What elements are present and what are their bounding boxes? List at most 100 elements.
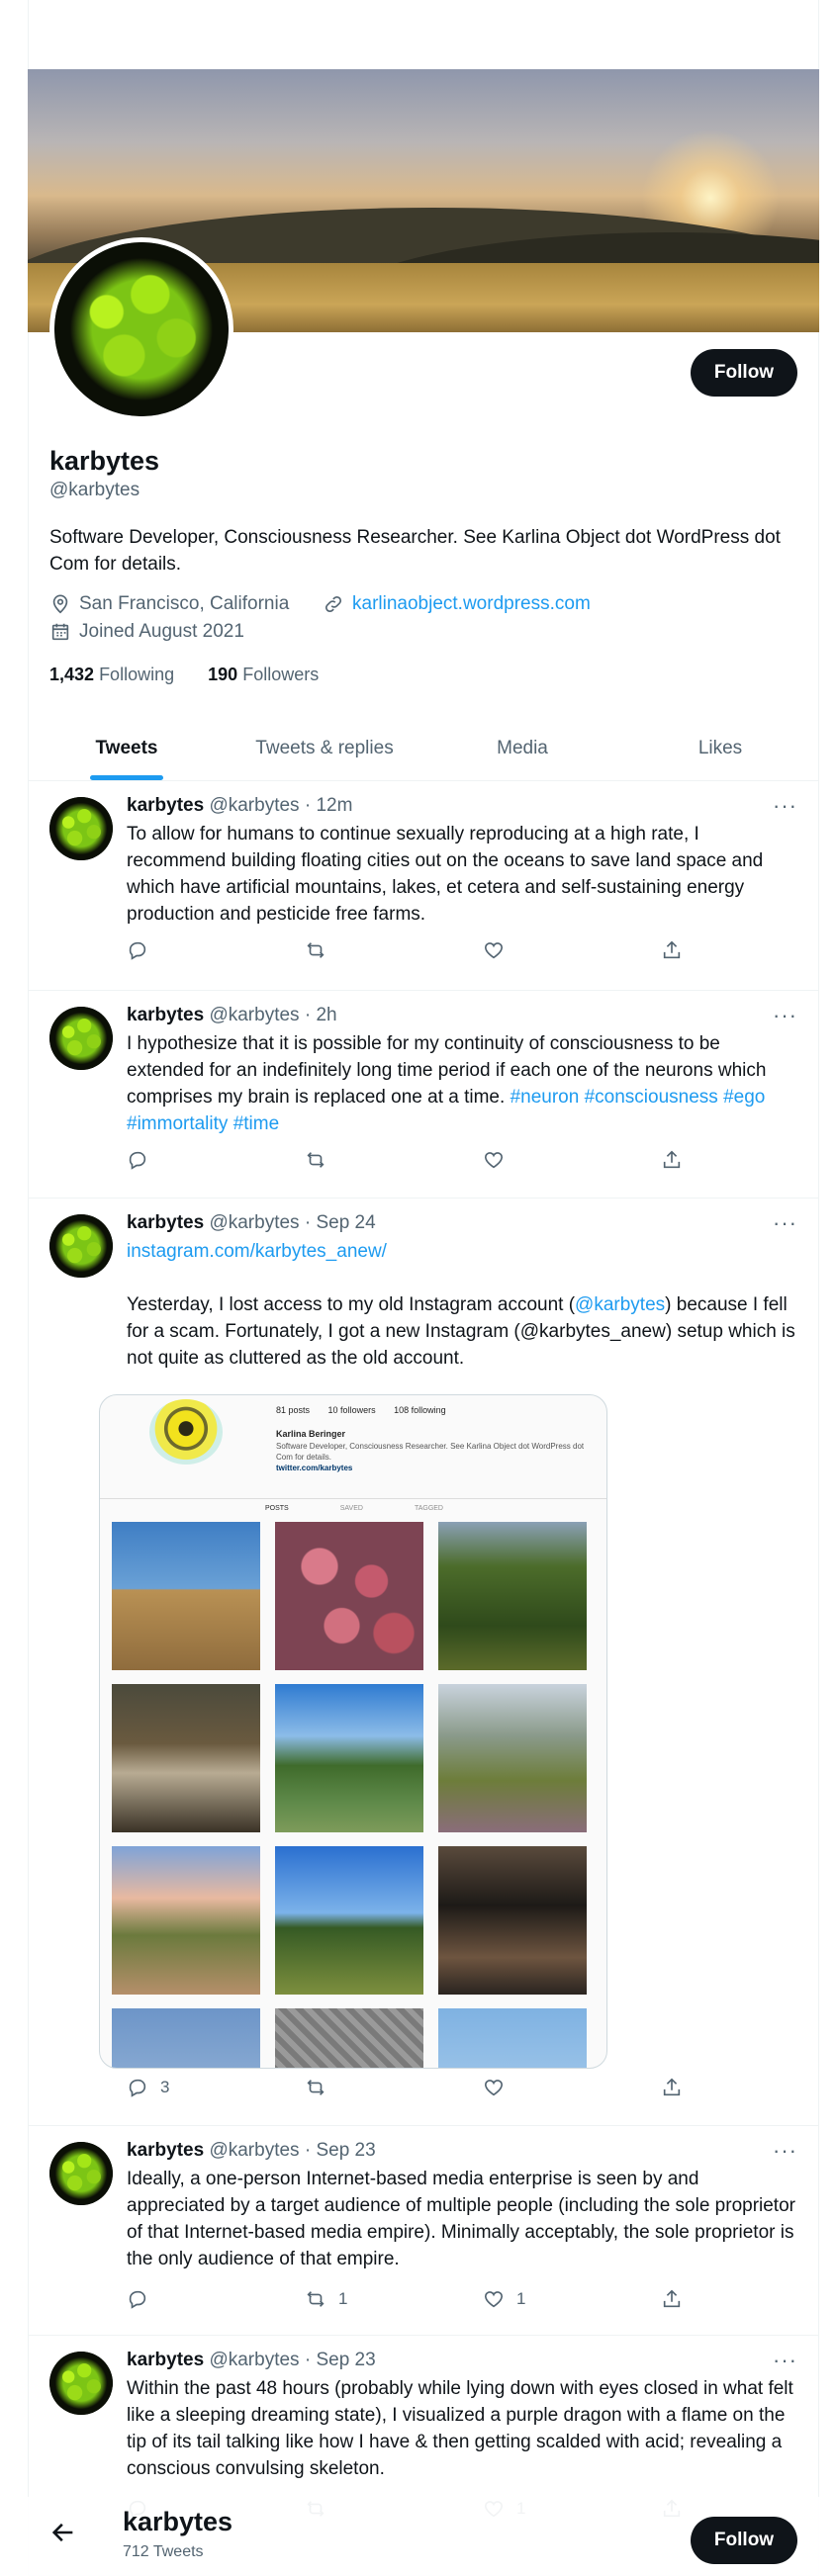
- follow-button[interactable]: Follow: [691, 349, 797, 397]
- like-button[interactable]: [483, 1149, 516, 1171]
- like-button[interactable]: 1: [483, 2288, 525, 2310]
- follow-button[interactable]: Follow: [691, 2517, 797, 2564]
- reply-count: 3: [160, 2078, 170, 2096]
- instagram-link: twitter.com/karbytes: [276, 1464, 353, 1472]
- tab-tweets-replies[interactable]: Tweets & replies: [226, 716, 423, 780]
- tweet-avatar[interactable]: [49, 2142, 113, 2205]
- tweet-author-handle[interactable]: @karbytes: [209, 1212, 299, 1233]
- more-icon[interactable]: ···: [773, 2138, 797, 2164]
- profile-name: karbytes: [49, 446, 160, 476]
- reply-button[interactable]: 3: [127, 2077, 169, 2098]
- like-button[interactable]: [483, 2077, 516, 2098]
- tweet-header: karbytes @karbytes · Sep 24: [127, 1212, 376, 1234]
- website-link[interactable]: karlinaobject.wordpress.com: [352, 593, 591, 615]
- profile-location: San Francisco, California: [49, 593, 289, 615]
- reply-icon: [129, 1151, 146, 1170]
- tweet-time[interactable]: · Sep 24: [305, 1212, 376, 1233]
- header-tweet-count: 712 Tweets: [123, 2543, 204, 2560]
- tweet-time[interactable]: · 2h: [305, 1005, 337, 1025]
- tweet-author-name[interactable]: karbytes: [127, 2140, 204, 2161]
- follow-counts: 1,432 Following 190 Followers: [49, 665, 319, 685]
- share-icon: [663, 2289, 681, 2308]
- avatar-image: [49, 2142, 113, 2205]
- link-icon: [325, 595, 342, 613]
- heart-icon: [484, 942, 504, 959]
- tweet[interactable]: karbytes @karbytes · Sep 23 ··· Ideally,…: [28, 2126, 819, 2336]
- retweet-button[interactable]: [305, 1149, 338, 1171]
- retweet-button[interactable]: [305, 939, 338, 961]
- hashtag-link[interactable]: #time: [233, 1113, 279, 1134]
- like-button[interactable]: [483, 939, 516, 961]
- share-button[interactable]: [661, 939, 683, 961]
- more-icon[interactable]: ···: [773, 2348, 797, 2373]
- tweet-text-part: Yesterday, I lost access to my old Insta…: [127, 1294, 576, 1315]
- instagram-stats: 81 posts 10 followers 108 following: [276, 1405, 462, 1415]
- instagram-tab-saved: SAVED: [339, 1505, 363, 1512]
- tweet-author-handle[interactable]: @karbytes: [209, 2140, 299, 2161]
- retweet-button[interactable]: [305, 2077, 338, 2098]
- hashtag-link[interactable]: #ego: [723, 1087, 765, 1108]
- photo-thumbnail: [112, 1522, 260, 1670]
- tweet-header: karbytes @karbytes · 12m: [127, 795, 352, 817]
- more-icon[interactable]: ···: [773, 1210, 797, 1236]
- share-icon: [663, 940, 681, 959]
- share-button[interactable]: [661, 2288, 683, 2310]
- following-label: Following: [99, 665, 175, 684]
- profile-handle: @karbytes: [49, 480, 140, 500]
- tweet-author-name[interactable]: karbytes: [127, 1212, 204, 1233]
- tweet-avatar[interactable]: [49, 2352, 113, 2415]
- back-arrow-icon[interactable]: [49, 2519, 77, 2546]
- reply-button[interactable]: [127, 2288, 160, 2310]
- more-icon[interactable]: ···: [773, 793, 797, 819]
- instagram-name: Karlina Beringer: [276, 1429, 346, 1439]
- tab-media[interactable]: Media: [423, 716, 621, 780]
- tweet-author-name[interactable]: karbytes: [127, 795, 204, 816]
- tweet-author-handle[interactable]: @karbytes: [209, 2350, 299, 2370]
- reply-button[interactable]: [127, 939, 160, 961]
- tweet-link[interactable]: instagram.com/karbytes_anew/: [127, 1241, 387, 1262]
- tweet-avatar[interactable]: [49, 1214, 113, 1278]
- tweet[interactable]: karbytes @karbytes · 2h ··· I hypothesiz…: [28, 991, 819, 1199]
- share-icon: [663, 2078, 681, 2096]
- photo-thumbnail: [275, 1684, 423, 1832]
- mention-link[interactable]: @karbytes: [575, 1294, 665, 1315]
- tab-tweets[interactable]: Tweets: [28, 716, 226, 780]
- profile-bio: Software Developer, Consciousness Resear…: [49, 527, 781, 575]
- hashtag-link[interactable]: #immortality: [127, 1113, 228, 1134]
- tweet-media-image[interactable]: 81 posts 10 followers 108 following Karl…: [99, 1394, 607, 2069]
- tweet-avatar[interactable]: [49, 1007, 113, 1070]
- tweet-time[interactable]: · Sep 23: [305, 2350, 376, 2370]
- tab-likes[interactable]: Likes: [621, 716, 819, 780]
- tweet-author-name[interactable]: karbytes: [127, 2350, 204, 2370]
- reply-button[interactable]: [127, 1149, 160, 1171]
- retweet-button[interactable]: 1: [305, 2288, 347, 2310]
- hashtag-link[interactable]: #neuron: [511, 1087, 580, 1108]
- share-button[interactable]: [661, 1149, 683, 1171]
- share-button[interactable]: [661, 2077, 683, 2098]
- followers-link[interactable]: 190 Followers: [208, 665, 319, 684]
- tweet-time[interactable]: · Sep 23: [305, 2140, 376, 2161]
- reply-icon: [129, 2079, 146, 2097]
- tweet-actions: 1 1: [127, 2288, 720, 2316]
- tweet-avatar[interactable]: [49, 797, 113, 860]
- tweet-author-name[interactable]: karbytes: [127, 1005, 204, 1025]
- following-link[interactable]: 1,432 Following: [49, 665, 174, 684]
- hashtag-link[interactable]: #consciousness: [585, 1087, 718, 1108]
- photo-thumbnail: [438, 1684, 587, 1832]
- profile-website: karlinaobject.wordpress.com: [323, 593, 591, 615]
- tweet[interactable]: karbytes @karbytes · 12m ··· To allow fo…: [28, 781, 819, 991]
- joined-text: Joined August 2021: [79, 621, 244, 642]
- tweet-author-handle[interactable]: @karbytes: [209, 795, 299, 816]
- photo-thumbnail: [438, 2008, 587, 2068]
- tweet-header: karbytes @karbytes · 2h: [127, 1005, 337, 1026]
- more-icon[interactable]: ···: [773, 1003, 797, 1028]
- instagram-tabs: POSTS SAVED TAGGED: [100, 1498, 606, 1512]
- followers-count: 190: [208, 665, 238, 684]
- header-profile-name: karbytes: [123, 2507, 233, 2536]
- tweet-author-handle[interactable]: @karbytes: [209, 1005, 299, 1025]
- tweet-time[interactable]: · 12m: [305, 795, 353, 816]
- photo-thumbnail: [112, 1684, 260, 1832]
- profile-avatar[interactable]: [49, 237, 233, 421]
- instagram-following: 108 following: [394, 1405, 446, 1415]
- tweet-header: karbytes @karbytes · Sep 23: [127, 2350, 376, 2371]
